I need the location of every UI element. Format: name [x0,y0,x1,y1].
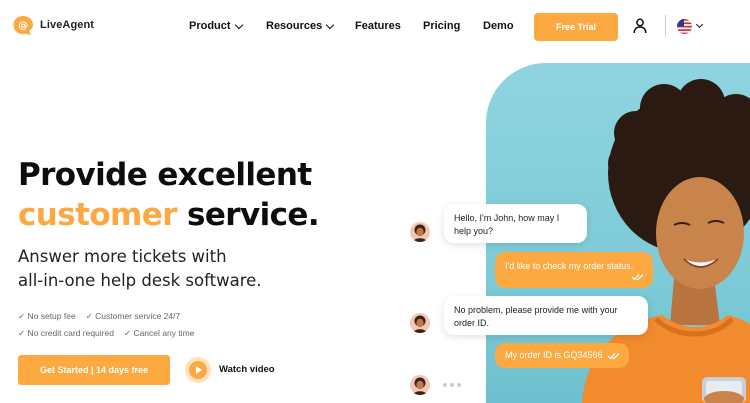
benefit-item: No credit card required [18,325,113,342]
logo-text: LiveAgent [40,19,95,31]
headline-line2: customer service. [18,195,320,235]
read-receipt-icon [607,353,620,360]
chevron-down-icon [234,20,243,29]
nav-item-resources[interactable]: Resources [266,20,335,32]
get-started-button[interactable]: Get Started | 14 days free [18,355,170,385]
subtitle-line1: Answer more tickets with [18,247,227,266]
chevron-down-icon[interactable] [695,20,704,29]
nav-item-label: Demo [483,20,514,32]
message-text: I'd like to check my order status. [505,261,634,271]
read-receipt-icon [631,274,644,281]
benefits-list: No setup fee Customer service 24/7 No cr… [18,308,194,342]
logo[interactable]: @ LiveAgent [12,14,94,36]
message-text: My order ID is GQ34566 [505,350,603,360]
nav-item-label: Resources [266,20,323,32]
agent-avatar [410,313,430,333]
chevron-down-icon [326,20,335,29]
nav-item-label: Features [355,20,401,32]
benefit-item: No setup fee [18,308,75,325]
nav-item-pricing[interactable]: Pricing [423,20,460,32]
headline-rest: service. [176,197,320,233]
chat-message-agent: No problem, please provide me with your … [444,296,648,335]
nav-item-product[interactable]: Product [189,20,243,32]
agent-avatar [410,375,430,395]
top-navigation: @ LiveAgent Product Resources Features P… [0,0,750,52]
hero-subtitle: Answer more tickets with all-in-one help… [18,245,262,293]
typing-indicator [443,383,461,387]
us-flag-icon[interactable] [677,19,692,34]
nav-divider [665,15,666,37]
hero-headline: Provide excellent customer service. [18,155,320,235]
watch-video-link[interactable]: Watch video [219,364,275,375]
nav-item-demo[interactable]: Demo [483,20,514,32]
nav-item-label: Pricing [423,20,461,32]
user-icon[interactable] [633,18,647,34]
chat-message-user: My order ID is GQ34566 [495,343,629,368]
nav-item-label: Product [189,20,231,32]
benefit-item: Cancel any time [124,325,194,342]
chat-message-user: I'd like to check my order status. [495,252,653,288]
play-icon [189,361,207,379]
chat-message-agent: Hello, I'm John, how may I help you? [444,204,587,243]
nav-item-features[interactable]: Features [355,20,401,32]
svg-text:@: @ [18,21,28,32]
play-video-button[interactable] [185,357,211,383]
headline-line1: Provide excellent [18,157,312,193]
headline-accent: customer [18,197,177,233]
liveagent-logo-icon: @ [13,16,33,35]
free-trial-button[interactable]: Free Trial [534,13,618,41]
agent-avatar [410,222,430,242]
benefit-item: Customer service 24/7 [86,308,180,325]
subtitle-line2: all-in-one help desk software. [18,271,262,290]
